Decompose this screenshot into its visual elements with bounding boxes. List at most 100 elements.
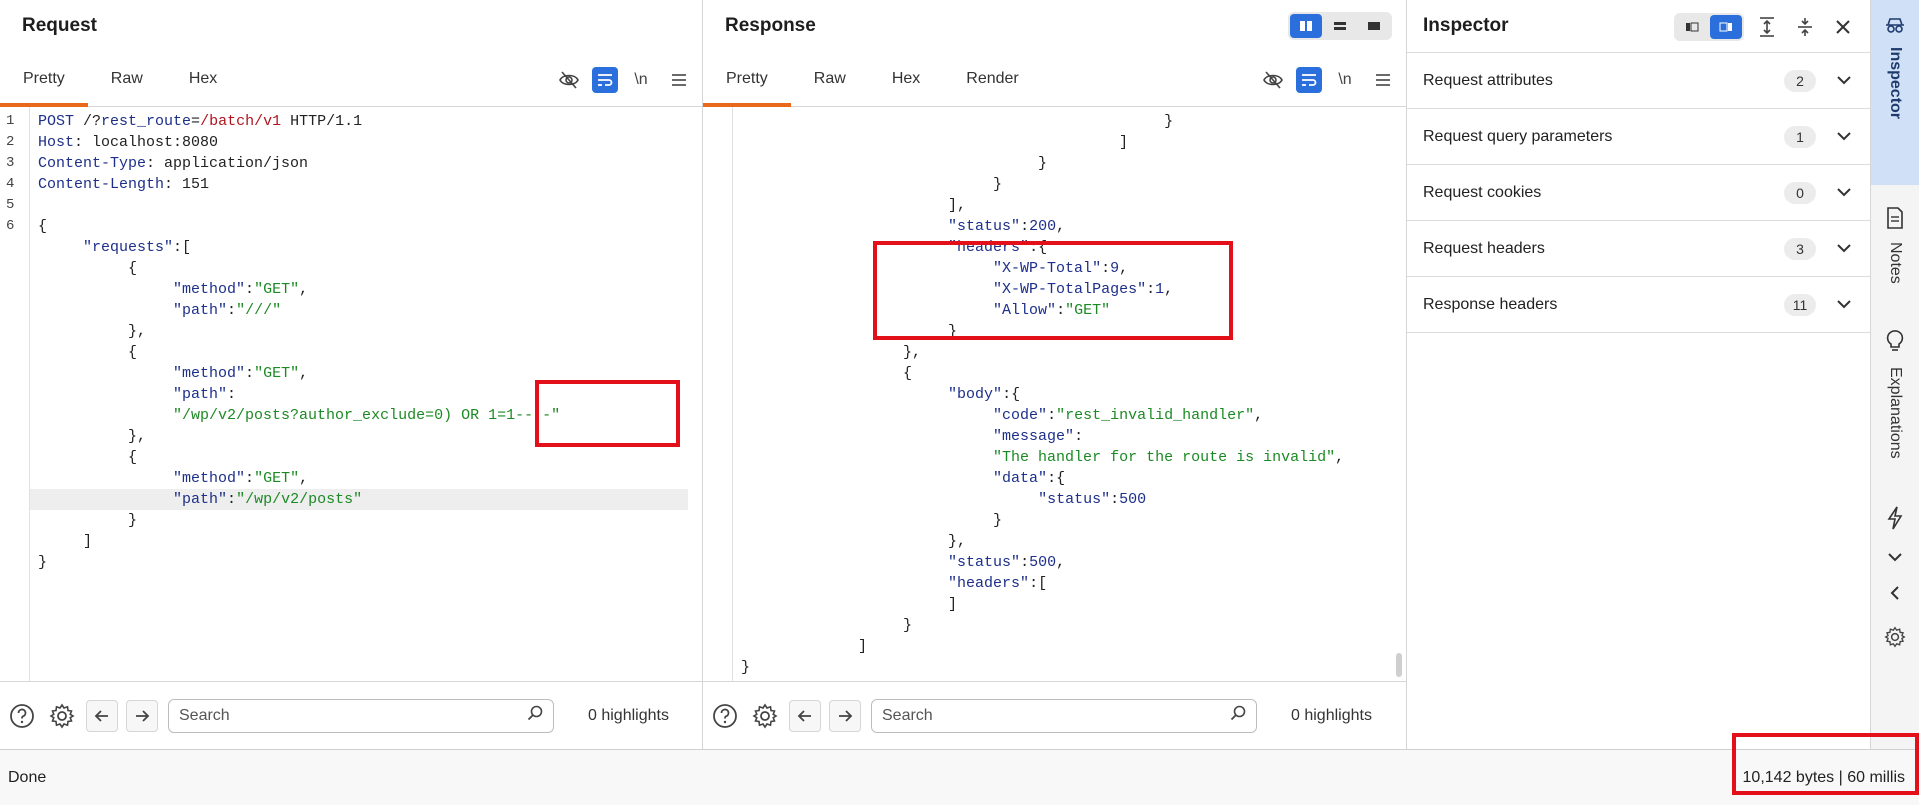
line-number: 3: [6, 155, 15, 171]
code-token: },: [741, 533, 967, 550]
code-line: "headers":[: [741, 573, 1392, 594]
code-token: "status": [1038, 491, 1111, 508]
response-tab-raw[interactable]: Raw: [791, 51, 869, 106]
response-code[interactable]: } ] } } ], "status":200, "headers":{"X-…: [741, 111, 1392, 678]
side-tab-expand[interactable]: [1871, 549, 1919, 567]
count-badge: 3: [1784, 237, 1816, 260]
code-line: "X-WP-Total":9,: [741, 258, 1392, 279]
code-token: :: [1101, 260, 1111, 277]
next-match-button[interactable]: [126, 699, 158, 732]
code-token: "code": [993, 407, 1048, 424]
code-token: "GET": [254, 281, 300, 298]
inspector-layout-left-icon[interactable]: [1676, 15, 1708, 39]
code-token: "method": [173, 470, 246, 487]
help-icon[interactable]: [6, 700, 38, 732]
code-token: 200: [1029, 218, 1057, 235]
code-line: "status":200,: [741, 216, 1392, 237]
code-token: :: [227, 302, 237, 319]
newline-toggle[interactable]: \n: [1330, 65, 1360, 95]
inspector-section-request-headers[interactable]: Request headers 3: [1407, 221, 1870, 277]
side-tab-settings[interactable]: [1871, 626, 1919, 653]
code-token: {: [38, 260, 138, 277]
code-token: "path": [173, 491, 228, 508]
previous-match-button[interactable]: [86, 699, 118, 732]
inspector-layout-right-icon[interactable]: [1710, 15, 1742, 39]
inspector-section-request-query-parameters[interactable]: Request query parameters 1: [1407, 109, 1870, 165]
inspector-section-response-headers[interactable]: Response headers 11: [1407, 277, 1870, 333]
response-tab-pretty[interactable]: Pretty: [703, 51, 791, 107]
chevron-down-icon: [1836, 72, 1854, 90]
notes-icon: [1886, 207, 1904, 234]
request-tab-pretty[interactable]: Pretty: [0, 51, 88, 107]
previous-match-button[interactable]: [789, 699, 821, 732]
request-tab-raw[interactable]: Raw: [88, 51, 166, 106]
response-scrollbar-thumb[interactable]: [1396, 653, 1402, 677]
request-searchbar: 0 highlights: [0, 681, 702, 749]
code-token: Content-Type: [38, 155, 147, 172]
layout-stacked-icon[interactable]: [1324, 14, 1356, 38]
wrap-lines-icon[interactable]: [592, 66, 618, 93]
inspector-icon: [1885, 16, 1905, 39]
response-search-box: [871, 698, 1257, 733]
request-tab-hex[interactable]: Hex: [166, 51, 240, 106]
code-line: "path":"///": [38, 300, 688, 321]
help-icon[interactable]: [709, 700, 741, 732]
line-number-gutter: [703, 107, 733, 681]
inspector-header: Inspector: [1407, 0, 1870, 52]
code-token: },: [38, 428, 147, 445]
side-tab-inspector[interactable]: Inspector: [1871, 0, 1919, 185]
response-tab-render[interactable]: Render: [943, 51, 1041, 106]
collapse-all-icon[interactable]: [1790, 12, 1820, 42]
section-label: Request query parameters: [1423, 127, 1613, 145]
code-token: :{: [1002, 386, 1021, 403]
wrap-lines-icon[interactable]: [1296, 66, 1322, 93]
response-editor[interactable]: } ] } } ], "status":200, "headers":{"X-…: [703, 107, 1406, 681]
code-token: "requests": [83, 239, 174, 256]
request-code[interactable]: POST /?rest_route=/batch/v1 HTTP/1.1 Host…: [30, 111, 688, 573]
menu-icon[interactable]: [1368, 65, 1398, 95]
next-match-button[interactable]: [829, 699, 861, 732]
code-line: }: [741, 615, 1392, 636]
request-highlights-count: 0 highlights: [588, 706, 669, 724]
request-editor[interactable]: 1 2 3 4 5 6 POST /?rest_route=/batch/v1 HTTP/…: [0, 107, 702, 681]
side-tab-collapse[interactable]: [1871, 585, 1919, 606]
side-tab-explanations[interactable]: Explanations: [1871, 329, 1919, 459]
code-token: "X-WP-Total": [993, 260, 1102, 277]
code-token: }: [741, 176, 1003, 193]
response-tab-hex[interactable]: Hex: [869, 51, 943, 106]
inspector-section-request-cookies[interactable]: Request cookies 0: [1407, 165, 1870, 221]
request-search-input[interactable]: [179, 706, 527, 725]
code-line: },: [38, 426, 688, 447]
response-tabbar: Pretty Raw Hex Render \n: [703, 52, 1406, 107]
side-tab-flash[interactable]: [1871, 506, 1919, 535]
code-token: :{: [1047, 470, 1066, 487]
inspector-section-request-attributes[interactable]: Request attributes 2: [1407, 53, 1870, 109]
search-icon: [1230, 705, 1246, 726]
layout-single-icon[interactable]: [1358, 14, 1390, 38]
hide-nonprintable-icon[interactable]: [554, 65, 584, 95]
side-tab-label: Explanations: [1887, 366, 1904, 459]
close-icon[interactable]: [1828, 12, 1858, 42]
settings-gear-icon[interactable]: [46, 700, 78, 732]
response-search-input[interactable]: [882, 706, 1230, 725]
side-tab-notes[interactable]: Notes: [1871, 207, 1919, 284]
code-line: "path":"/wp/v2/posts": [30, 489, 688, 510]
settings-gear-icon[interactable]: [749, 700, 781, 732]
lightbulb-icon: [1886, 329, 1904, 359]
newline-toggle[interactable]: \n: [626, 65, 656, 95]
expand-all-icon[interactable]: [1752, 12, 1782, 42]
code-token: "GET": [1065, 302, 1111, 319]
layout-side-by-side-icon[interactable]: [1290, 14, 1322, 38]
code-token: "Allow": [993, 302, 1057, 319]
status-text: Done: [8, 768, 47, 786]
menu-icon[interactable]: [664, 65, 694, 95]
hide-nonprintable-icon[interactable]: [1258, 65, 1288, 95]
code-token: "path": [173, 302, 228, 319]
